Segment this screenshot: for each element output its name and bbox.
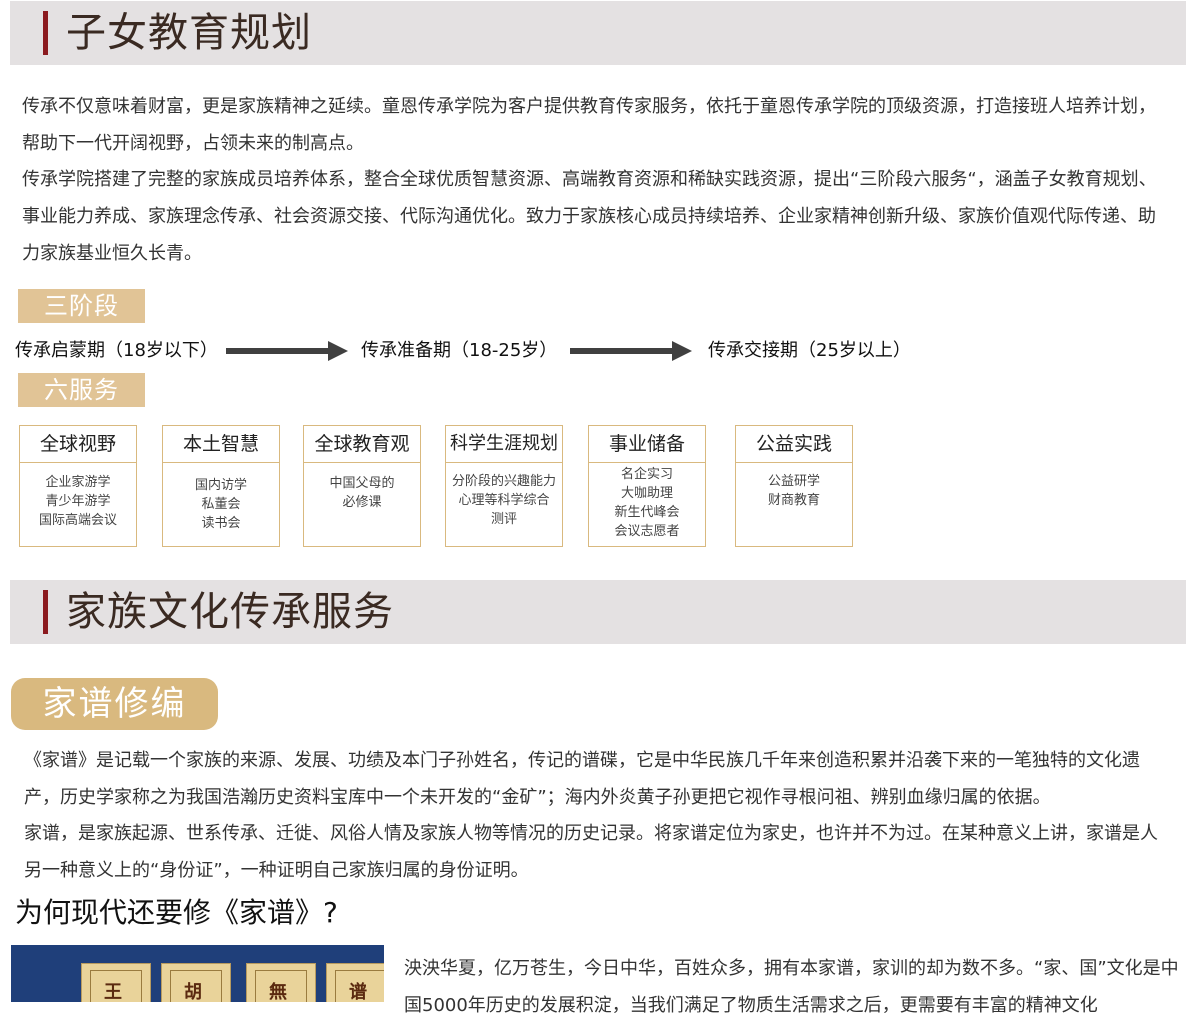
service-card-career-planning: 科学生涯规划 分阶段的兴趣能力 心理等科学综合 测评 bbox=[445, 425, 563, 547]
service-card-career-reserve: 事业储备 名企实习 大咖助理 新生代峰会 会议志愿者 bbox=[588, 425, 706, 547]
section-accent-bar bbox=[43, 11, 48, 55]
service-card-title: 本土智慧 bbox=[163, 426, 279, 463]
service-line: 读书会 bbox=[201, 516, 241, 531]
why-genealogy-heading: 为何现代还要修《家谱》? bbox=[15, 896, 338, 929]
service-card-body: 国内访学 私董会 读书会 bbox=[163, 463, 279, 533]
service-line: 测评 bbox=[490, 512, 517, 527]
service-line: 公益研学 bbox=[767, 474, 820, 489]
section-accent-bar bbox=[43, 590, 48, 634]
genealogy-paragraph-1: 《家谱》是记载一个家族的来源、发展、功绩及本门子孙姓名，传记的谱碟，它是中华民族… bbox=[24, 750, 1140, 808]
service-line: 财商教育 bbox=[767, 493, 820, 508]
service-card-title: 科学生涯规划 bbox=[446, 426, 562, 463]
service-line: 心理等科学综合 bbox=[458, 493, 550, 508]
service-card-title: 事业储备 bbox=[589, 426, 705, 463]
book-icon: 無 bbox=[246, 963, 316, 1002]
stages-tag: 三阶段 bbox=[18, 289, 145, 323]
service-line: 会议志愿者 bbox=[614, 524, 680, 539]
book-icon: 王 bbox=[81, 963, 151, 1002]
section-title: 子女教育规划 bbox=[66, 10, 312, 56]
section-header-education: 子女教育规划 bbox=[10, 1, 1186, 65]
service-card-body: 分阶段的兴趣能力 心理等科学综合 测评 bbox=[446, 463, 562, 529]
service-card-body: 公益研学 财商教育 bbox=[736, 463, 852, 510]
service-line: 大咖助理 bbox=[620, 486, 673, 501]
service-card-body: 名企实习 大咖助理 新生代峰会 会议志愿者 bbox=[589, 463, 705, 541]
service-line: 必修课 bbox=[342, 495, 382, 510]
genealogy-books-photo: 王 胡 無 谱 bbox=[11, 945, 384, 1002]
service-line: 国内访学 bbox=[194, 478, 247, 493]
service-card-global-vision: 全球视野 企业家游学 青少年游学 国际高端会议 bbox=[19, 425, 137, 547]
genealogy-paragraph-2: 家谱，是家族起源、世系传承、迁徙、风俗人情及家族人物等情况的历史记录。将家谱定位… bbox=[24, 823, 1158, 881]
service-card-education-view: 全球教育观 中国父母的 必修课 bbox=[303, 425, 421, 547]
stage-arrow-icon bbox=[570, 341, 692, 361]
section-title: 家族文化传承服务 bbox=[66, 589, 394, 635]
intro-paragraph-2: 传承学院搭建了完整的家族成员培养体系，整合全球优质智慧资源、高端教育资源和稀缺实… bbox=[22, 169, 1157, 264]
service-card-title: 公益实践 bbox=[736, 426, 852, 463]
genealogy-paragraph-3: 泱泱华夏，亿万苍生，今日中华，百姓众多，拥有本家谱，家训的却为数不多。“家、国”… bbox=[404, 958, 1179, 1016]
service-line: 名企实习 bbox=[620, 467, 673, 482]
service-line: 中国父母的 bbox=[329, 476, 395, 491]
service-line: 新生代峰会 bbox=[614, 505, 680, 520]
stage-item-2: 传承准备期（18-25岁） bbox=[361, 340, 558, 361]
section-header-family-culture: 家族文化传承服务 bbox=[10, 580, 1186, 644]
service-card-body: 中国父母的 必修课 bbox=[304, 463, 420, 512]
intro-paragraph-1: 传承不仅意味着财富，更是家族精神之延续。童恩传承学院为客户提供教育传家服务，依托… bbox=[22, 96, 1156, 154]
stage-arrow-icon bbox=[226, 341, 348, 361]
service-line: 企业家游学 bbox=[45, 475, 111, 490]
service-card-title: 全球教育观 bbox=[304, 426, 420, 463]
book-icon: 谱 bbox=[326, 963, 384, 1002]
service-line: 分阶段的兴趣能力 bbox=[451, 474, 556, 489]
stage-item-1: 传承启蒙期（18岁以下） bbox=[15, 340, 218, 361]
service-card-public-welfare: 公益实践 公益研学 财商教育 bbox=[735, 425, 853, 547]
service-card-title: 全球视野 bbox=[20, 426, 136, 463]
service-line: 国际高端会议 bbox=[38, 513, 117, 528]
stage-item-3: 传承交接期（25岁以上） bbox=[708, 340, 911, 361]
service-card-local-wisdom: 本土智慧 国内访学 私董会 读书会 bbox=[162, 425, 280, 547]
book-icon: 胡 bbox=[161, 963, 231, 1002]
service-line: 私董会 bbox=[201, 497, 241, 512]
service-line: 青少年游学 bbox=[45, 494, 111, 509]
genealogy-pill: 家谱修编 bbox=[11, 678, 218, 730]
service-card-body: 企业家游学 青少年游学 国际高端会议 bbox=[20, 463, 136, 530]
services-tag: 六服务 bbox=[18, 373, 145, 407]
